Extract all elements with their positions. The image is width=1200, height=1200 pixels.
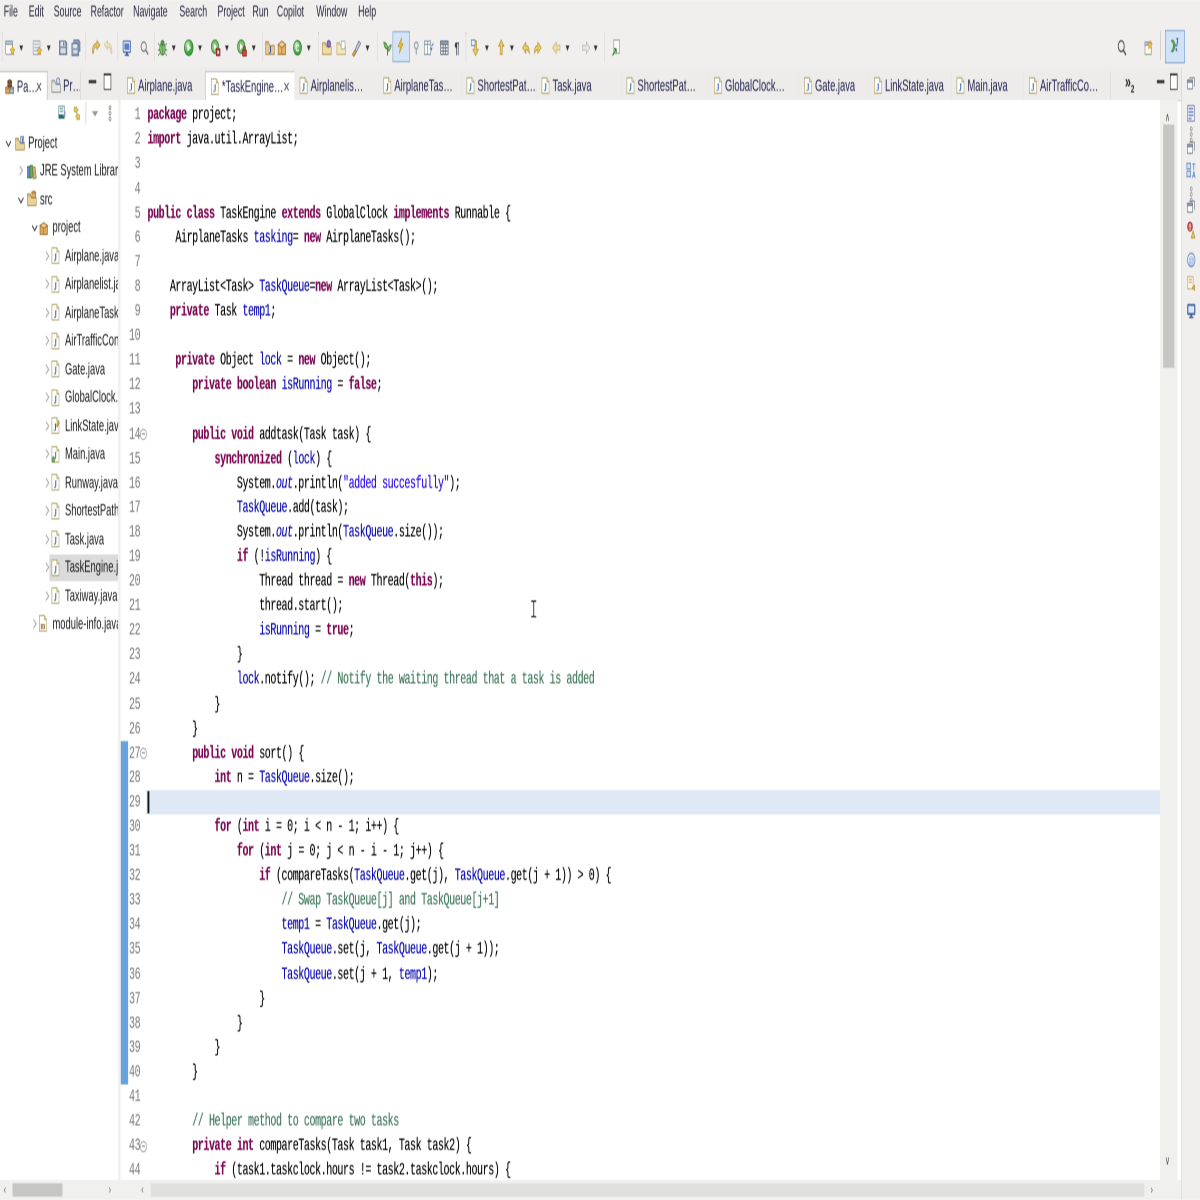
- svg-text:J: J: [386, 81, 389, 93]
- svg-text:J: J: [269, 45, 272, 56]
- svg-text:J: J: [21, 136, 23, 145]
- svg-text:¶: ¶: [454, 40, 459, 57]
- svg-text:@: @: [1188, 255, 1194, 266]
- svg-text:C: C: [295, 42, 299, 54]
- svg-text:J: J: [959, 81, 962, 93]
- svg-text:J: J: [716, 81, 719, 93]
- svg-text:J: J: [129, 81, 132, 93]
- svg-text:J: J: [213, 82, 216, 94]
- svg-text:J: J: [53, 421, 56, 433]
- svg-text:J: J: [469, 81, 472, 93]
- svg-text:J: J: [54, 535, 57, 547]
- svg-text:J: J: [54, 252, 57, 264]
- svg-text:A: A: [1192, 169, 1196, 179]
- svg-text:J: J: [54, 478, 57, 490]
- svg-text:J: J: [54, 365, 57, 377]
- svg-text:J: J: [876, 81, 879, 93]
- svg-text:J: J: [54, 308, 57, 320]
- svg-text:J: J: [1031, 81, 1034, 93]
- svg-text:J: J: [54, 280, 57, 292]
- svg-text:J: J: [54, 591, 57, 603]
- svg-text:J: J: [54, 337, 57, 349]
- svg-text:J: J: [54, 393, 57, 405]
- svg-text:J: J: [544, 81, 547, 93]
- svg-text:J: J: [54, 506, 57, 518]
- svg-text:J: J: [302, 81, 305, 93]
- svg-text:J: J: [54, 563, 57, 575]
- svg-text:J: J: [629, 81, 632, 93]
- svg-text:J: J: [806, 81, 809, 93]
- svg-text:m: m: [40, 621, 45, 632]
